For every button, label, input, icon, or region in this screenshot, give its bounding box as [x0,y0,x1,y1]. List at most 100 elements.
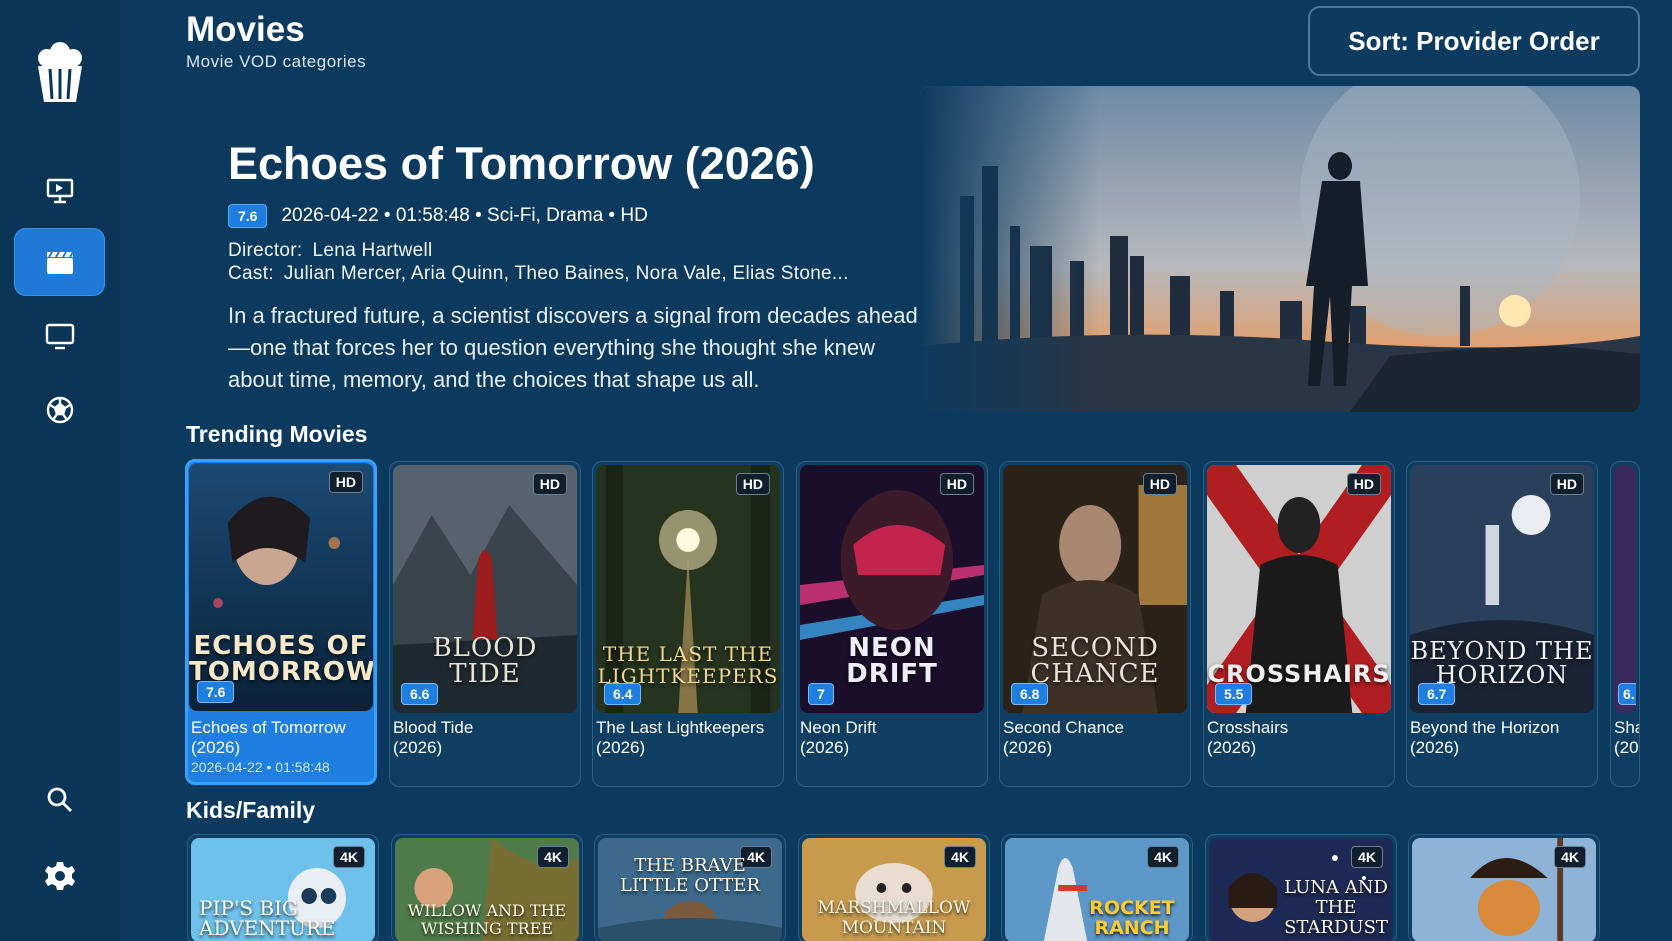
movie-card[interactable]: HD BEYOND THE HORIZON 6.7 Beyond the Hor… [1406,461,1598,787]
page-title: Movies [186,10,305,49]
movie-title: Sha(20 [1614,718,1639,757]
quality-badge: HD [1549,473,1584,495]
movie-title: Crosshairs (2026) [1207,718,1289,757]
movie-card[interactable]: 6. Sha(20 [1610,461,1640,787]
movie-poster: HD BEYOND THE HORIZON 6.7 [1410,465,1594,713]
poster-title: BEYOND THE HORIZON [1410,637,1594,689]
quality-badge: 4K [1351,846,1383,868]
quality-badge: 4K [1554,846,1586,868]
cast-names: Julian Mercer, Aria Quinn, Theo Baines, … [283,263,849,284]
movie-title: Blood Tide (2026) [393,718,474,757]
rating-badge: 6.4 [604,683,642,705]
rating-badge: 6.6 [401,683,439,705]
rating-badge: 5.5 [1215,683,1253,705]
movie-poster: 4K MARSHMALLOW MOUNTAIN [802,838,986,941]
rating-badge: 6.7 [1418,683,1456,705]
movie-poster: 4K LUNA AND THE STARDUST [1209,838,1393,941]
quality-badge: 4K [333,846,365,868]
featured-meta-row: 7.6 2026-04-22 • 01:58:48 • Sci-Fi, Dram… [228,204,648,228]
movie-poster: HD SECOND CHANCE 6.8 [1003,465,1187,713]
cast-label: Cast: [228,263,274,284]
movie-card[interactable]: HD ECHOES OF TOMORROW 7.6 Echoes of Tomo… [185,459,377,785]
rating-badge: 6.8 [1011,683,1049,705]
search-icon [47,787,72,812]
rating-badge: 7.6 [197,681,235,703]
monitor-play-icon [46,178,73,204]
movie-title: Echoes of Tomorrow (2026) [191,718,346,757]
movie-poster: HD NEON DRIFT 7 [800,465,984,713]
sidebar-item-settings[interactable] [14,842,105,910]
poster-title: THE BRAVE LITTLE OTTER [619,855,761,896]
movie-poster: 4K ROCKET RANCH [1005,838,1189,941]
featured-title: Echoes of Tomorrow (2026) [228,138,815,189]
movie-poster: HD BLOOD TIDE 6.6 [393,465,577,713]
movie-poster: 4K WILLOW AND THE WISHING TREE [395,838,579,941]
monitor-icon [45,323,74,350]
movie-card[interactable]: HD THE LAST THE LIGHTKEEPERS 6.4 The Las… [592,461,784,787]
movie-card[interactable]: 4K ROCKET RANCH [1001,834,1193,941]
movie-poster: 4K PIP'S BIG ADVENTURE [191,838,375,941]
sidebar-item-live-tv[interactable] [14,156,105,224]
soccer-ball-icon [46,396,73,424]
poster-title: PIP'S BIG ADVENTURE [199,896,336,940]
movie-title: Beyond the Horizon (2026) [1410,718,1560,757]
featured-meta: 2026-04-22 • 01:58:48 • Sci-Fi, Drama • … [281,205,648,226]
featured-cast: Cast: Julian Mercer, Aria Quinn, Theo Bai… [228,263,849,285]
poster-title: ECHOES OF TOMORROW [189,631,373,687]
poster-title: WILLOW AND THE WISHING TREE [407,901,567,938]
rating-badge: 7.6 [228,204,268,228]
sort-button[interactable]: Sort: Provider Order [1308,6,1640,76]
movie-title: Second Chance (2026) [1003,718,1124,757]
movie-title: Neon Drift (2026) [800,718,877,757]
movie-poster: 4K [1412,838,1596,941]
rating-badge: 6. [1618,683,1636,705]
movie-card[interactable]: 4K WILLOW AND THE WISHING TREE [391,834,583,941]
movie-card[interactable]: HD CROSSHAIRS 5.5 Crosshairs (2026) [1203,461,1395,787]
movie-card[interactable]: 4K THE BRAVE LITTLE OTTER [594,834,786,941]
movie-date: 2026-04-22 • 01:58:48 [191,759,330,775]
featured-synopsis: In a fractured future, a scientist disco… [228,303,918,392]
movie-card[interactable]: 4K [1408,834,1600,941]
row-title-trending: Trending Movies [186,421,368,447]
poster-title: ROCKET RANCH [1089,897,1175,939]
quality-badge: 4K [944,846,976,868]
quality-badge: HD [1142,473,1177,495]
page-subtitle: Movie VOD categories [186,52,367,71]
movie-card[interactable]: HD BLOOD TIDE 6.6 Blood Tide (2026) [389,461,581,787]
director-label: Director: [228,240,303,261]
sidebar-item-movies[interactable] [14,228,105,296]
row-title-kids: Kids/Family [186,797,316,823]
movie-card[interactable]: 4K PIP'S BIG ADVENTURE [187,834,379,941]
popcorn-logo-icon [38,42,82,102]
movie-card[interactable]: HD NEON DRIFT 7 Neon Drift (2026) [796,461,988,787]
sidebar-item-search[interactable] [14,766,105,834]
poster-title: NEON DRIFT [846,633,938,689]
movie-poster: 6. [1614,465,1636,713]
poster-title: THE LAST THE LIGHTKEEPERS [597,642,779,688]
poster-title: SECOND CHANCE [1030,633,1160,689]
quality-badge: HD [532,473,567,495]
poster-title: BLOOD TIDE [432,633,538,689]
quality-badge: HD [1346,473,1381,495]
featured-director: Director: Lena Hartwell [228,240,433,262]
movie-card[interactable]: 4K MARSHMALLOW MOUNTAIN [798,834,990,941]
sidebar [0,0,120,941]
movie-card[interactable]: HD SECOND CHANCE 6.8 Second Chance (2026) [999,461,1191,787]
quality-badge: HD [328,471,363,493]
movie-title: The Last Lightkeepers (2026) [596,718,765,757]
movie-card[interactable]: 4K LUNA AND THE STARDUST [1205,834,1397,941]
movie-poster: HD ECHOES OF TOMORROW 7.6 [189,463,373,711]
quality-badge: 4K [537,846,569,868]
quality-badge: HD [939,473,974,495]
movie-poster: HD THE LAST THE LIGHTKEEPERS 6.4 [596,465,780,713]
sidebar-item-series[interactable] [14,302,105,370]
gear-icon [44,862,75,890]
movie-poster: HD CROSSHAIRS 5.5 [1207,465,1391,713]
movie-poster: 4K THE BRAVE LITTLE OTTER [598,838,782,941]
quality-badge: HD [735,473,770,495]
poster-title: LUNA AND THE STARDUST [1284,877,1388,938]
director-name: Lena Hartwell [312,240,433,261]
poster-title: MARSHMALLOW MOUNTAIN [817,898,971,938]
clapperboard-icon [46,251,74,274]
sidebar-item-sports[interactable] [14,376,105,444]
